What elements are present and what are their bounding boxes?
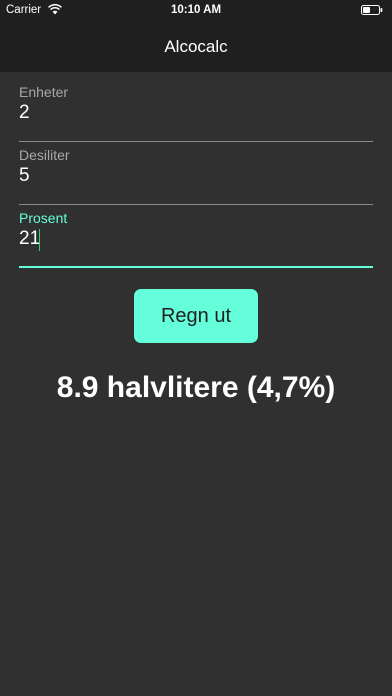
enheter-underline	[19, 141, 373, 142]
calculate-button[interactable]: Regn ut	[134, 289, 258, 343]
battery-icon	[361, 5, 383, 15]
result-text: 8.9 halvlitere (4,7%)	[56, 371, 336, 404]
prosent-field[interactable]: Prosent	[19, 210, 373, 268]
desiliter-underline	[19, 204, 373, 205]
prosent-underline	[19, 266, 373, 268]
app-screen: Carrier 10:10 AM Alcocalc Enheter Desili…	[0, 0, 392, 696]
prosent-input[interactable]	[19, 228, 373, 250]
text-cursor	[39, 229, 40, 251]
enheter-input[interactable]	[19, 102, 373, 124]
status-time: 10:10 AM	[170, 4, 222, 16]
enheter-label: Enheter	[19, 84, 69, 100]
desiliter-field[interactable]: Desiliter	[19, 147, 373, 205]
enheter-field[interactable]: Enheter	[19, 84, 373, 142]
nav-bar: Alcocalc	[0, 20, 392, 72]
prosent-label: Prosent	[19, 210, 68, 226]
desiliter-label: Desiliter	[19, 147, 70, 163]
page-title: Alcocalc	[164, 37, 228, 56]
desiliter-input[interactable]	[19, 165, 373, 187]
status-bar: Carrier 10:10 AM	[0, 0, 392, 20]
